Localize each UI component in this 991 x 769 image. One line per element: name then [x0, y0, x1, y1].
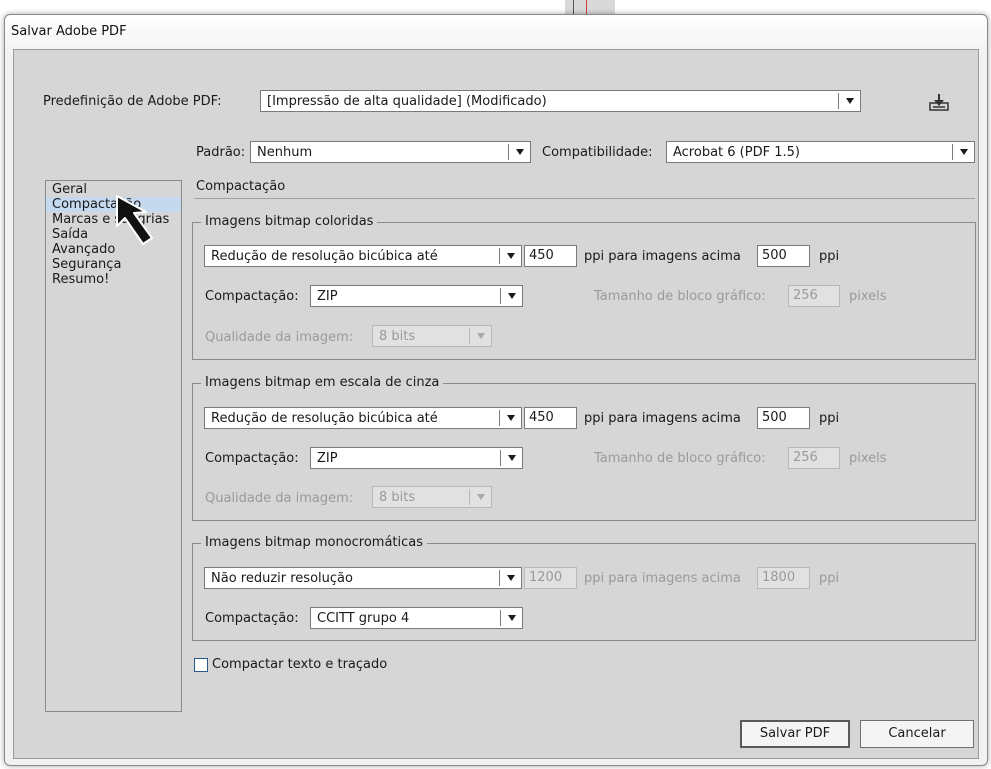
- chevron-down-icon: [507, 415, 515, 421]
- standard-select[interactable]: Nenhum: [250, 141, 531, 163]
- color-compression-label: Compactação:: [205, 289, 299, 304]
- color-ppi-input[interactable]: 450: [524, 245, 577, 267]
- chevron-down-icon: [960, 149, 968, 155]
- cancel-button[interactable]: Cancelar: [860, 720, 974, 748]
- title-bar[interactable]: Salvar Adobe PDF: [5, 15, 987, 51]
- color-quality-select[interactable]: 8 bits: [372, 325, 492, 347]
- color-above-input[interactable]: 500: [757, 245, 810, 267]
- gray-quality-select[interactable]: 8 bits: [372, 486, 492, 508]
- mono-downsample-value: Não reduzir resolução: [211, 571, 353, 586]
- color-quality-value: 8 bits: [379, 329, 416, 344]
- color-downsample-value: Redução de resolução bicúbica até: [211, 249, 438, 264]
- mono-compression-value: CCITT grupo 4: [317, 611, 410, 626]
- mono-ppi-label: ppi para imagens acima: [584, 571, 741, 586]
- section-divider: [194, 198, 975, 199]
- compress-text-checkbox[interactable]: [194, 658, 208, 672]
- color-tile-input[interactable]: 256: [788, 285, 840, 307]
- color-ppi-label: ppi para imagens acima: [584, 249, 741, 264]
- compatibility-value: Acrobat 6 (PDF 1.5): [673, 145, 800, 160]
- compatibility-label: Compatibilidade:: [542, 145, 653, 160]
- gray-tile-unit: pixels: [849, 451, 887, 466]
- mono-ppi-input[interactable]: 1200: [524, 567, 577, 589]
- chevron-down-icon: [508, 615, 516, 621]
- gray-quality-label: Qualidade da imagem:: [205, 491, 354, 506]
- chevron-down-icon: [516, 149, 524, 155]
- chevron-down-icon: [846, 98, 854, 104]
- gray-ppi-label: ppi para imagens acima: [584, 411, 741, 426]
- color-images-title: Imagens bitmap coloridas: [201, 214, 378, 229]
- gray-downsample-select[interactable]: Redução de resolução bicúbica até: [204, 407, 522, 429]
- category-list: Geral Compactação Marcas e sangrias Saíd…: [45, 180, 182, 712]
- mono-compression-label: Compactação:: [205, 611, 299, 626]
- gray-images-title: Imagens bitmap em escala de cinza: [201, 375, 444, 390]
- dialog-title: Salvar Adobe PDF: [11, 24, 127, 39]
- background-line: [573, 0, 574, 14]
- color-compression-select[interactable]: ZIP: [310, 285, 523, 307]
- preset-select[interactable]: [Impressão de alta qualidade] (Modificad…: [260, 90, 861, 112]
- mono-above-input[interactable]: 1800: [757, 567, 810, 589]
- standard-value: Nenhum: [257, 145, 313, 160]
- chevron-down-icon: [508, 293, 516, 299]
- mono-downsample-select[interactable]: Não reduzir resolução: [204, 567, 522, 589]
- standard-label: Padrão:: [196, 145, 246, 160]
- chevron-down-icon: [508, 455, 516, 461]
- color-quality-label: Qualidade da imagem:: [205, 330, 354, 345]
- chevron-down-icon: [507, 575, 515, 581]
- preset-value: [Impressão de alta qualidade] (Modificad…: [267, 94, 547, 109]
- gray-above-input[interactable]: 500: [757, 407, 810, 429]
- chevron-down-icon: [477, 494, 485, 500]
- preset-label: Predefinição de Adobe PDF:: [43, 94, 222, 109]
- mono-images-title: Imagens bitmap monocromáticas: [201, 535, 428, 550]
- gray-above-unit: ppi: [819, 411, 840, 426]
- gray-quality-value: 8 bits: [379, 490, 416, 505]
- color-above-unit: ppi: [819, 249, 840, 264]
- color-downsample-select[interactable]: Redução de resolução bicúbica até: [204, 245, 522, 267]
- mouse-pointer-icon: [116, 195, 153, 245]
- compress-text-label[interactable]: Compactar texto e traçado: [212, 657, 387, 672]
- sidebar-item-resumo[interactable]: Resumo!: [46, 272, 181, 287]
- gray-compression-value: ZIP: [317, 451, 338, 466]
- mono-compression-select[interactable]: CCITT grupo 4: [310, 607, 523, 629]
- gray-tile-label: Tamanho de bloco gráfico:: [594, 451, 766, 466]
- chevron-down-icon: [507, 253, 515, 259]
- gray-downsample-value: Redução de resolução bicúbica até: [211, 411, 438, 426]
- section-title: Compactação: [196, 179, 286, 194]
- dialog-body: Predefinição de Adobe PDF: [Impressão de…: [13, 49, 979, 759]
- sidebar-item-seguranca[interactable]: Segurança: [46, 257, 181, 272]
- color-compression-value: ZIP: [317, 289, 338, 304]
- chevron-down-icon: [477, 333, 485, 339]
- gray-tile-input[interactable]: 256: [788, 447, 840, 469]
- color-tile-label: Tamanho de bloco gráfico:: [594, 289, 766, 304]
- save-pdf-button[interactable]: Salvar PDF: [740, 720, 850, 748]
- mono-above-unit: ppi: [819, 571, 840, 586]
- save-pdf-dialog: Salvar Adobe PDF Predefinição de Adobe P…: [4, 14, 988, 766]
- color-tile-unit: pixels: [849, 289, 887, 304]
- compatibility-select[interactable]: Acrobat 6 (PDF 1.5): [666, 141, 975, 163]
- gray-compression-label: Compactação:: [205, 451, 299, 466]
- save-preset-icon[interactable]: [928, 93, 950, 113]
- gray-compression-select[interactable]: ZIP: [310, 447, 523, 469]
- gray-ppi-input[interactable]: 450: [524, 407, 577, 429]
